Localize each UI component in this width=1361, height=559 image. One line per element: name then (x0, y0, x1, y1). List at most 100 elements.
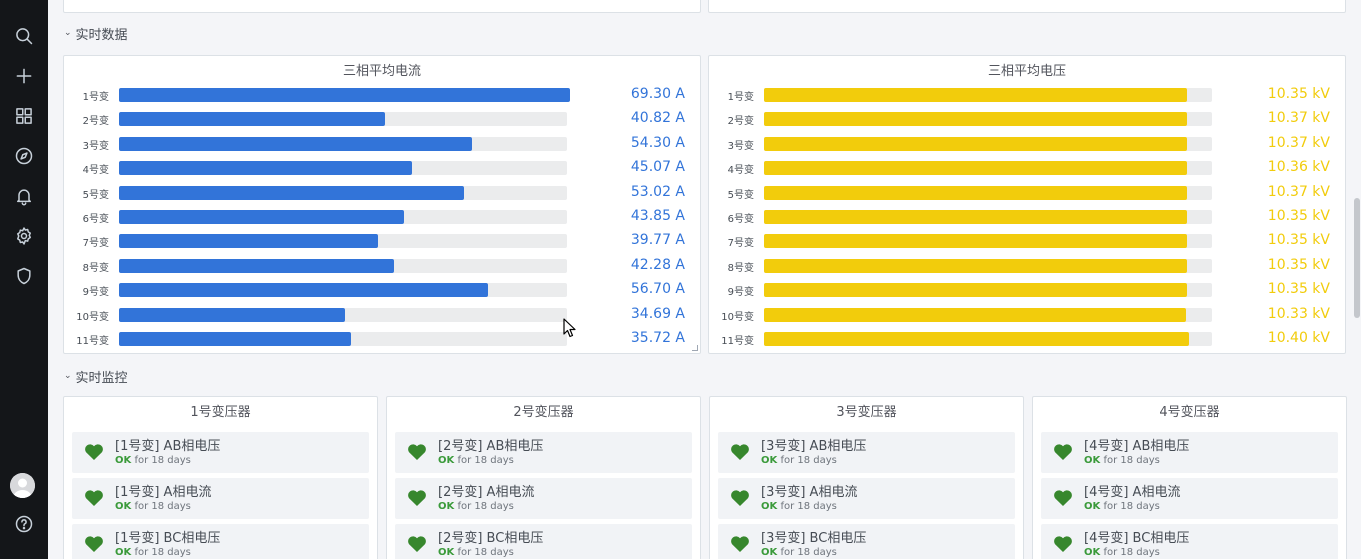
alert-list-item[interactable]: [3号变] BC相电压 OK for 18 days (718, 524, 1015, 559)
alert-name[interactable]: [3号变] A相电流 (761, 481, 857, 500)
row-title: 实时数据 (75, 28, 128, 43)
alert-duration: for 18 days (457, 455, 514, 466)
alert-state: OK (438, 501, 455, 512)
resize-handle[interactable] (692, 345, 698, 351)
scrollbar-thumb[interactable] (1354, 198, 1360, 318)
alert-duration: for 18 days (1103, 501, 1160, 512)
bar-label: 8号变 (727, 262, 754, 274)
bar-gauge-row: 3号变 54.30 A (64, 134, 700, 154)
alert-name[interactable]: [2号变] AB相电压 (438, 435, 543, 454)
bar-label: 2号变 (727, 116, 754, 128)
alert-duration: for 18 days (457, 501, 514, 512)
panel-avg-voltage[interactable]: 三相平均电压 1号变 10.35 kV 2号变 10.37 kV 3号变 10.37 kV… (708, 55, 1346, 354)
panel-top-left-partial (63, 0, 701, 13)
configuration-icon[interactable] (12, 224, 36, 248)
chevron-down-icon: ⌄ (64, 370, 72, 381)
plus-icon[interactable] (12, 64, 36, 88)
alert-duration: for 18 days (134, 455, 191, 466)
alert-list-item[interactable]: [2号变] BC相电压 OK for 18 days (395, 524, 692, 559)
alerting-icon[interactable] (12, 184, 36, 208)
bar-value: 10.35 kV (1267, 86, 1330, 102)
row-header-realtime-data[interactable]: ⌄ 实时数据 (64, 24, 128, 44)
alert-duration: for 18 days (134, 547, 191, 558)
bar-gauge-row: 5号变 10.37 kV (709, 183, 1345, 203)
alert-name[interactable]: [4号变] A相电流 (1084, 481, 1180, 500)
bar-fill (764, 161, 1187, 176)
heart-icon (1053, 535, 1073, 553)
bar-track (119, 258, 567, 273)
alert-name[interactable]: [4号变] BC相电压 (1084, 527, 1189, 546)
bar-label: 11号变 (76, 336, 109, 347)
bar-track (764, 234, 1212, 249)
alert-state-line: OK for 18 days (761, 501, 837, 512)
panel-transformer-monitor[interactable]: 1号变压器 [1号变] AB相电压 OK for 18 days [1号变] A相电流… (63, 396, 378, 559)
heart-icon (730, 443, 750, 461)
bar-gauge-row: 8号变 42.28 A (64, 256, 700, 276)
bar-gauge-row: 9号变 56.70 A (64, 280, 700, 300)
alert-name[interactable]: [2号变] BC相电压 (438, 527, 543, 546)
panel-avg-current[interactable]: 三相平均电流 1号变 69.30 A 2号变 40.82 A 3号变 54.30 A 4号变… (63, 55, 701, 354)
alert-name[interactable]: [1号变] BC相电压 (115, 527, 220, 546)
user-avatar[interactable] (10, 473, 35, 498)
alert-name[interactable]: [3号变] AB相电压 (761, 435, 866, 454)
alert-list-item[interactable]: [4号变] BC相电压 OK for 18 days (1041, 524, 1338, 559)
dashboards-icon[interactable] (12, 104, 36, 128)
bar-gauge-row: 5号变 53.02 A (64, 183, 700, 203)
alert-list-item[interactable]: [3号变] A相电流 OK for 18 days (718, 478, 1015, 519)
bar-label: 11号变 (721, 336, 754, 347)
bar-fill (764, 136, 1187, 151)
bar-fill (764, 234, 1187, 249)
search-icon[interactable] (12, 24, 36, 48)
bar-track (119, 283, 567, 298)
shield-icon[interactable] (12, 264, 36, 288)
panel-transformer-monitor[interactable]: 4号变压器 [4号变] AB相电压 OK for 18 days [4号变] A相电流… (1032, 396, 1347, 559)
bar-value: 10.33 kV (1267, 305, 1330, 322)
bar-fill (119, 234, 378, 249)
alert-state-line: OK for 18 days (1084, 501, 1160, 512)
panel-title: 2号变压器 (513, 405, 574, 420)
panel-transformer-monitor[interactable]: 2号变压器 [2号变] AB相电压 OK for 18 days [2号变] A相电流… (386, 396, 701, 559)
alert-duration: for 18 days (780, 501, 837, 512)
alert-name[interactable]: [1号变] A相电流 (115, 481, 211, 500)
bar-gauge-row: 2号变 10.37 kV (709, 109, 1345, 129)
bar-label: 4号变 (727, 165, 754, 177)
alert-state-line: OK for 18 days (115, 547, 191, 558)
bar-label: 10号变 (76, 311, 109, 323)
explore-icon[interactable] (12, 144, 36, 168)
alert-list-item[interactable]: [3号变] AB相电压 OK for 18 days (718, 432, 1015, 473)
alert-name[interactable]: [1号变] AB相电压 (115, 435, 220, 454)
row-header-realtime-monitor[interactable]: ⌄ 实时监控 (64, 367, 128, 387)
heart-icon (84, 489, 104, 507)
bar-gauge-row: 2号变 40.82 A (64, 109, 700, 129)
bar-gauge-row: 10号变 10.33 kV (709, 305, 1345, 325)
heart-icon (407, 535, 427, 553)
alert-state: OK (115, 455, 132, 466)
bar-track (119, 234, 567, 249)
alert-list-item[interactable]: [2号变] AB相电压 OK for 18 days (395, 432, 692, 473)
alert-list-item[interactable]: [4号变] A相电流 OK for 18 days (1041, 478, 1338, 519)
row-title: 实时监控 (75, 371, 128, 386)
bar-track (119, 161, 567, 176)
alert-name[interactable]: [4号变] AB相电压 (1084, 435, 1189, 454)
scrollbar[interactable] (1353, 0, 1361, 559)
bar-gauge-row: 9号变 10.35 kV (709, 280, 1345, 300)
bar-value: 39.77 A (630, 232, 685, 249)
bar-gauge-row: 6号变 43.85 A (64, 207, 700, 227)
alert-list-item[interactable]: [1号变] BC相电压 OK for 18 days (72, 524, 369, 559)
alert-name[interactable]: [2号变] A相电流 (438, 481, 534, 500)
panel-title: 1号变压器 (190, 405, 251, 420)
alert-list-item[interactable]: [4号变] AB相电压 OK for 18 days (1041, 432, 1338, 473)
bar-value: 34.69 A (630, 305, 685, 322)
alert-list-item[interactable]: [1号变] AB相电压 OK for 18 days (72, 432, 369, 473)
alert-name[interactable]: [3号变] BC相电压 (761, 527, 866, 546)
help-icon[interactable] (12, 512, 36, 536)
panel-transformer-monitor[interactable]: 3号变压器 [3号变] AB相电压 OK for 18 days [3号变] A相电流… (709, 396, 1024, 559)
alert-list-item[interactable]: [2号变] A相电流 OK for 18 days (395, 478, 692, 519)
alert-duration: for 18 days (457, 547, 514, 558)
alert-state: OK (115, 501, 132, 512)
bar-value: 10.37 kV (1267, 110, 1330, 127)
alert-state: OK (115, 547, 132, 558)
alert-list-item[interactable]: [1号变] A相电流 OK for 18 days (72, 478, 369, 519)
panel-title: 4号变压器 (1159, 405, 1220, 420)
bar-value: 53.02 A (630, 183, 685, 200)
